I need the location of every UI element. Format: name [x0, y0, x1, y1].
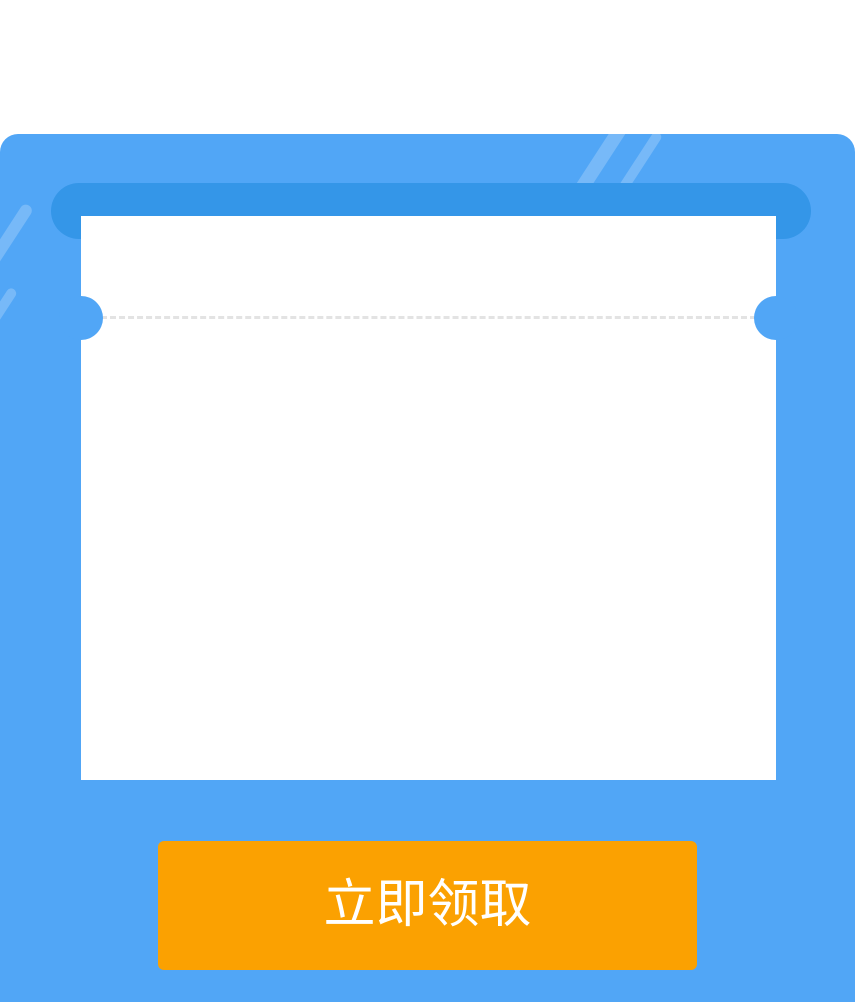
coupon-panel: 立即领取 — [0, 134, 855, 1002]
glass-shine-decoration — [0, 202, 35, 268]
perforation-line — [101, 316, 756, 319]
ticket-notch-right — [754, 296, 798, 340]
ticket-notch-left — [59, 296, 103, 340]
glass-shine-decoration — [0, 286, 19, 326]
coupon-ticket — [59, 216, 798, 780]
claim-now-button[interactable]: 立即领取 — [158, 841, 697, 970]
